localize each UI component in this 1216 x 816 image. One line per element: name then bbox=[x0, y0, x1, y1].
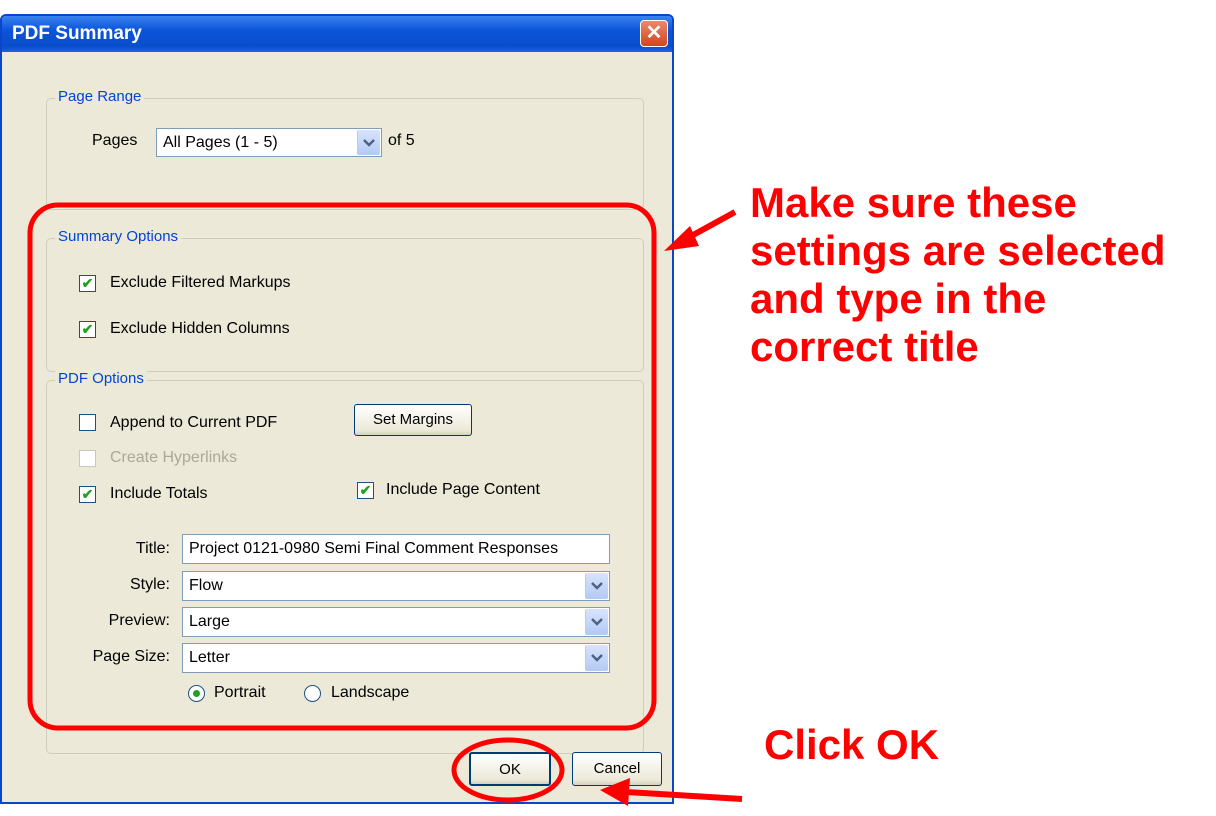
close-icon: ✕ bbox=[645, 22, 663, 44]
cancel-button[interactable]: Cancel bbox=[572, 752, 662, 786]
settings-note-line: Make sure these bbox=[750, 179, 1077, 226]
title-input[interactable]: Project 0121-0980 Semi Final Comment Res… bbox=[182, 534, 610, 564]
preview-dropdown[interactable]: Large bbox=[182, 607, 610, 637]
portrait-radio[interactable] bbox=[188, 685, 205, 702]
preview-dropdown-value: Large bbox=[189, 613, 230, 630]
title-bar[interactable]: PDF Summary ✕ bbox=[2, 16, 672, 52]
page-size-dropdown-value: Letter bbox=[189, 649, 230, 666]
chevron-down-icon[interactable] bbox=[585, 573, 608, 599]
close-button[interactable]: ✕ bbox=[640, 20, 668, 47]
exclude-filtered-label: Exclude Filtered Markups bbox=[110, 274, 291, 291]
include-page-content-label: Include Page Content bbox=[386, 481, 540, 498]
dialog-title: PDF Summary bbox=[12, 23, 142, 44]
style-dropdown[interactable]: Flow bbox=[182, 571, 610, 601]
exclude-filtered-checkbox[interactable]: ✔ bbox=[79, 275, 96, 292]
pdf-summary-dialog: PDF Summary ✕ Page Range Pages All Pages… bbox=[0, 14, 674, 804]
portrait-label: Portrait bbox=[214, 684, 266, 701]
cancel-button-label: Cancel bbox=[593, 760, 641, 777]
settings-note-line: correct title bbox=[750, 323, 979, 370]
ok-button[interactable]: OK bbox=[469, 752, 551, 786]
ok-button-label: OK bbox=[499, 761, 521, 778]
style-label: Style: bbox=[129, 576, 170, 593]
pages-of-text: of 5 bbox=[388, 132, 415, 149]
summary-options-legend: Summary Options bbox=[55, 228, 182, 245]
style-dropdown-value: Flow bbox=[189, 577, 223, 594]
page-size-label: Page Size: bbox=[92, 648, 170, 665]
exclude-hidden-label: Exclude Hidden Columns bbox=[110, 320, 290, 337]
append-pdf-checkbox[interactable] bbox=[79, 414, 96, 431]
click-ok-note: Click OK bbox=[764, 721, 940, 768]
set-margins-button[interactable]: Set Margins bbox=[354, 404, 472, 436]
title-input-value: Project 0121-0980 Semi Final Comment Res… bbox=[189, 540, 559, 557]
create-hyperlinks-checkbox bbox=[79, 450, 96, 467]
create-hyperlinks-label: Create Hyperlinks bbox=[110, 449, 238, 466]
include-totals-label: Include Totals bbox=[110, 485, 208, 502]
pdf-options-legend: PDF Options bbox=[55, 370, 147, 387]
title-label: Title: bbox=[135, 540, 170, 557]
pages-dropdown-value: All Pages (1 - 5) bbox=[163, 134, 278, 151]
settings-note-line: and type in the bbox=[750, 275, 1047, 322]
preview-label: Preview: bbox=[108, 612, 170, 629]
landscape-radio[interactable] bbox=[304, 685, 321, 702]
set-margins-label: Set Margins bbox=[372, 411, 454, 428]
pages-label: Pages bbox=[92, 132, 138, 149]
page-range-legend: Page Range bbox=[55, 88, 145, 105]
page-size-dropdown[interactable]: Letter bbox=[182, 643, 610, 673]
chevron-down-icon[interactable] bbox=[357, 130, 380, 155]
settings-note-line: settings are selected bbox=[750, 227, 1166, 274]
exclude-hidden-checkbox[interactable]: ✔ bbox=[79, 321, 96, 338]
settings-note: Make sure these settings are selected an… bbox=[750, 179, 1166, 371]
summary-options-group: Summary Options bbox=[46, 228, 644, 372]
include-totals-checkbox[interactable]: ✔ bbox=[79, 486, 96, 503]
landscape-label: Landscape bbox=[331, 684, 410, 701]
chevron-down-icon[interactable] bbox=[585, 609, 608, 635]
settings-arrow-line bbox=[682, 209, 737, 243]
chevron-down-icon[interactable] bbox=[585, 645, 608, 671]
pages-dropdown[interactable]: All Pages (1 - 5) bbox=[156, 128, 382, 157]
include-page-content-checkbox[interactable]: ✔ bbox=[357, 482, 374, 499]
append-pdf-label: Append to Current PDF bbox=[110, 414, 278, 431]
